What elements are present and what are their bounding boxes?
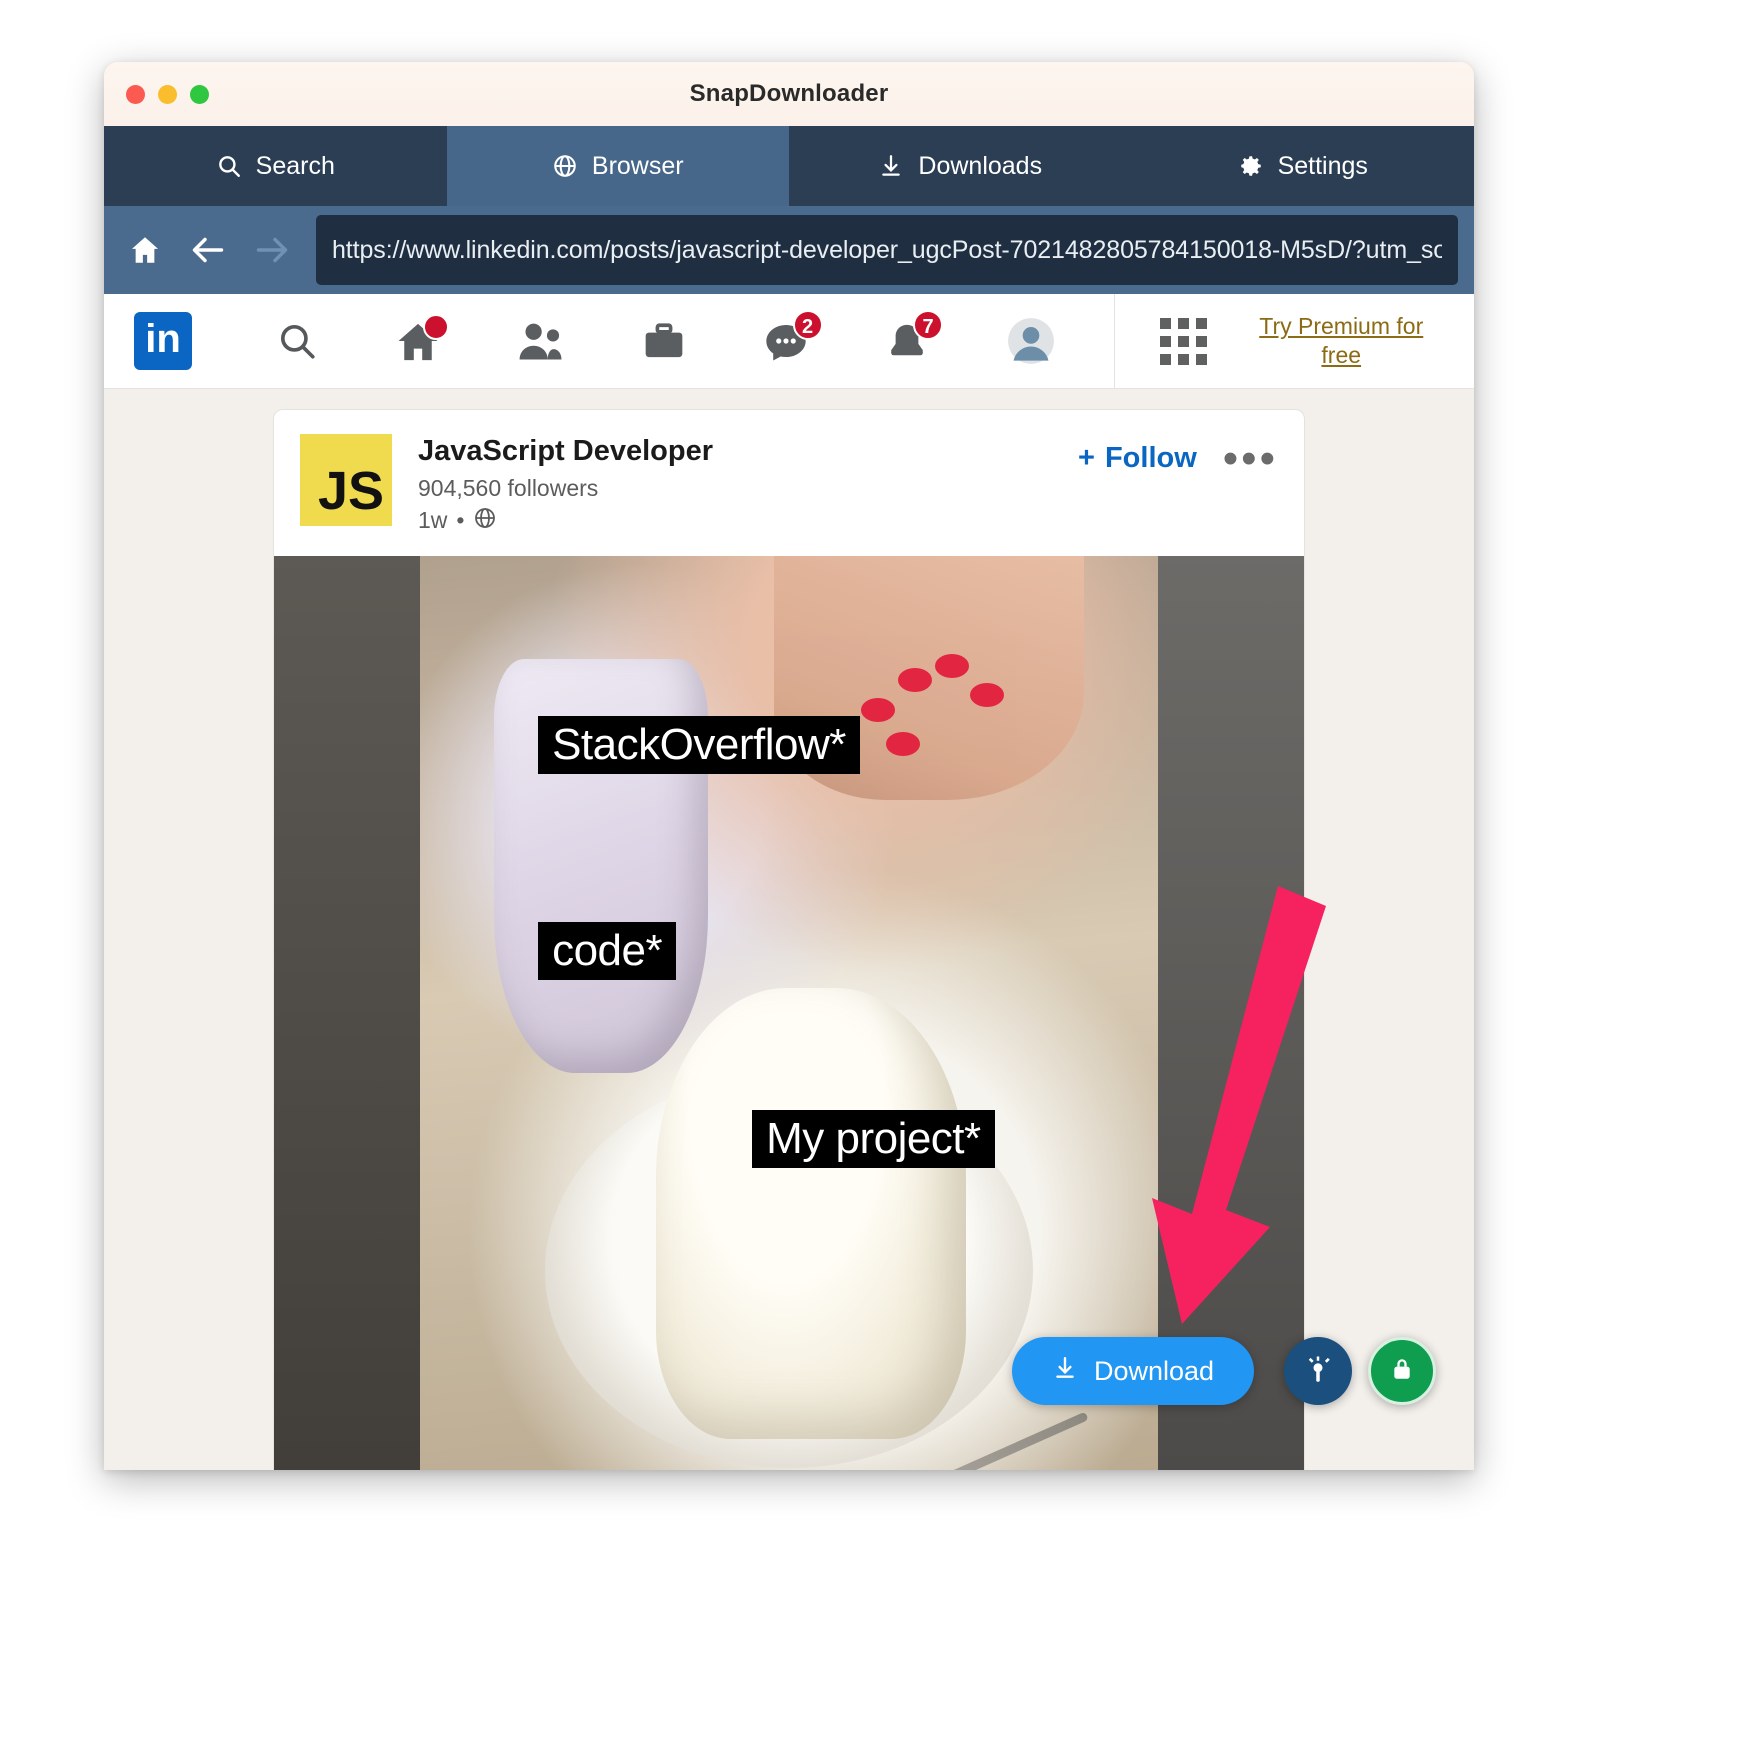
download-label: Download bbox=[1094, 1355, 1215, 1386]
magic-wand-button[interactable] bbox=[1284, 1337, 1352, 1405]
try-premium-link[interactable]: Try Premium for free bbox=[1254, 312, 1429, 370]
globe-icon bbox=[473, 506, 497, 536]
post-timestamp-row: 1w • bbox=[418, 506, 1078, 536]
apps-grid-icon[interactable] bbox=[1160, 317, 1208, 365]
tab-settings[interactable]: Settings bbox=[1132, 126, 1475, 206]
download-icon bbox=[878, 153, 904, 179]
gear-icon bbox=[1238, 153, 1264, 179]
try-premium-line1: Try Premium for bbox=[1259, 313, 1424, 340]
home-icon[interactable] bbox=[395, 314, 449, 362]
tab-downloads[interactable]: Downloads bbox=[789, 126, 1132, 206]
linkedin-logo[interactable]: in bbox=[134, 312, 192, 370]
messaging-badge: 2 bbox=[792, 310, 823, 340]
tab-settings-label: Settings bbox=[1277, 151, 1368, 180]
arrow-right-icon[interactable] bbox=[254, 235, 290, 265]
arrow-left-icon[interactable] bbox=[190, 235, 226, 265]
search-icon[interactable] bbox=[276, 320, 318, 362]
linkedin-post: JS JavaScript Developer 904,560 follower… bbox=[273, 409, 1305, 1470]
navigation-buttons bbox=[104, 233, 316, 267]
video-letterbox-right bbox=[1158, 555, 1304, 1470]
post-author[interactable]: JavaScript Developer bbox=[418, 434, 1078, 469]
tab-downloads-label: Downloads bbox=[918, 151, 1043, 180]
linkedin-nav-icons: 2 7 bbox=[192, 310, 1114, 366]
avatar[interactable] bbox=[1006, 316, 1056, 366]
my-network-icon[interactable] bbox=[517, 320, 565, 362]
post-meta: JavaScript Developer 904,560 followers 1… bbox=[392, 434, 1078, 536]
post-followers: 904,560 followers bbox=[418, 474, 599, 501]
plain-cupcake bbox=[656, 988, 967, 1440]
url-text: https://www.linkedin.com/posts/javascrip… bbox=[332, 235, 1442, 264]
post-time: 1w bbox=[418, 507, 448, 534]
video-frame: StackOverflow* code* My project* bbox=[420, 555, 1158, 1470]
tab-browser[interactable]: Browser bbox=[446, 126, 789, 206]
tab-browser-label: Browser bbox=[591, 151, 684, 180]
follow-button[interactable]: + Follow bbox=[1078, 442, 1197, 475]
main-tab-bar: Search Browser Downloads Settings bbox=[104, 126, 1474, 206]
tab-search-label: Search bbox=[255, 151, 335, 180]
browser-toolbar: https://www.linkedin.com/posts/javascrip… bbox=[104, 206, 1474, 294]
home-badge bbox=[422, 314, 449, 340]
linkedin-nav: in 2 7 bbox=[104, 310, 1114, 370]
post-video[interactable]: StackOverflow* code* My project* bbox=[274, 555, 1304, 1470]
lock-icon bbox=[1388, 1355, 1416, 1388]
post-more-options-button[interactable]: ••• bbox=[1223, 436, 1278, 480]
post-avatar[interactable]: JS bbox=[300, 434, 392, 526]
plus-icon: + bbox=[1078, 442, 1095, 474]
feed-area: JS JavaScript Developer 904,560 follower… bbox=[104, 389, 1474, 1470]
title-bar: SnapDownloader bbox=[104, 62, 1474, 126]
home-icon[interactable] bbox=[128, 233, 162, 267]
messaging-icon[interactable]: 2 bbox=[763, 310, 823, 362]
snapdownloader-window: SnapDownloader Search Browser Downloads … bbox=[104, 62, 1474, 1470]
magic-wand-icon bbox=[1303, 1354, 1333, 1389]
follow-label: Follow bbox=[1104, 442, 1197, 474]
post-header: JS JavaScript Developer 904,560 follower… bbox=[274, 410, 1304, 556]
try-premium-line2: free bbox=[1321, 342, 1362, 368]
notifications-icon[interactable]: 7 bbox=[885, 310, 944, 362]
search-icon bbox=[216, 153, 242, 179]
video-caption-1: StackOverflow* bbox=[538, 715, 860, 774]
download-icon bbox=[1052, 1355, 1078, 1388]
url-input[interactable]: https://www.linkedin.com/posts/javascrip… bbox=[316, 215, 1458, 285]
globe-icon bbox=[552, 153, 578, 179]
linkedin-header-right: Try Premium for free bbox=[1114, 293, 1474, 389]
post-actions: + Follow ••• bbox=[1078, 434, 1278, 480]
download-button[interactable]: Download bbox=[1012, 1337, 1255, 1405]
video-caption-2: code* bbox=[538, 922, 677, 981]
video-letterbox-left bbox=[274, 555, 420, 1470]
notifications-badge: 7 bbox=[913, 310, 944, 340]
jobs-icon[interactable] bbox=[642, 320, 686, 362]
window-title: SnapDownloader bbox=[689, 80, 889, 107]
screenshot-root: SnapDownloader Search Browser Downloads … bbox=[0, 0, 1754, 1752]
post-time-separator: • bbox=[456, 507, 465, 534]
tab-search[interactable]: Search bbox=[104, 126, 447, 206]
video-caption-3: My project* bbox=[752, 1110, 995, 1169]
linkedin-header: in 2 7 Try Premium for free bbox=[104, 293, 1474, 389]
lock-button[interactable] bbox=[1368, 1337, 1436, 1405]
